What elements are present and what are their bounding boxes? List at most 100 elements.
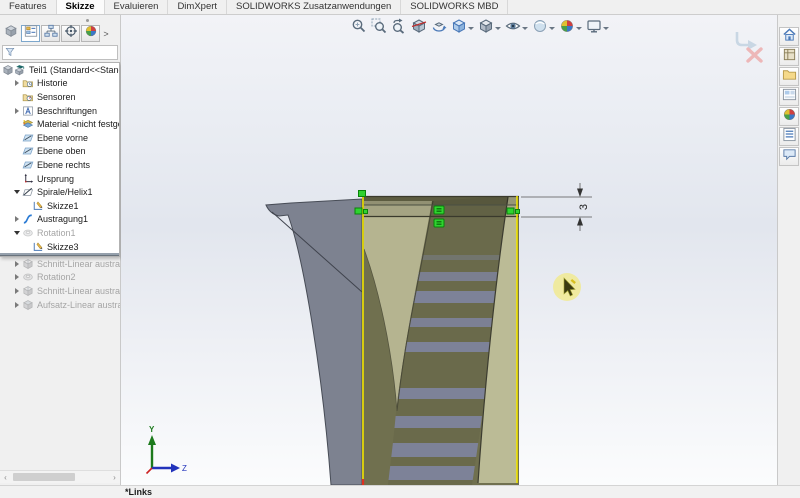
design-library-tab[interactable] bbox=[779, 47, 799, 66]
dropdown-caret-icon[interactable] bbox=[603, 27, 609, 30]
tree-item-skizze1[interactable]: Skizze1 bbox=[0, 199, 119, 213]
tree-item-label: Aufsatz-Linear austragen1 bbox=[37, 300, 120, 310]
dimxpert-manager-tab[interactable] bbox=[61, 25, 80, 42]
file-explorer-icon bbox=[782, 67, 797, 87]
dropdown-caret-icon[interactable] bbox=[495, 27, 501, 30]
tree-item-historie[interactable]: Historie bbox=[0, 77, 119, 91]
tree-item-beschriftungen[interactable]: Beschriftungen bbox=[0, 104, 119, 118]
rollback-bar[interactable] bbox=[0, 253, 119, 256]
graphics-area[interactable]: 3 Y Z bbox=[121, 15, 777, 485]
panel-splitter-handle[interactable] bbox=[0, 15, 120, 24]
edit-appearance-button[interactable] bbox=[531, 17, 556, 40]
tree-item-aufsatz-linear-austragen1[interactable]: Aufsatz-Linear austragen1 bbox=[0, 298, 120, 312]
flyout-part-tab[interactable] bbox=[1, 25, 20, 42]
ribbon-tab-dimxpert[interactable]: DimXpert bbox=[168, 0, 227, 14]
dropdown-caret-icon[interactable] bbox=[576, 27, 582, 30]
ribbon-tab-skizze[interactable]: Skizze bbox=[57, 0, 105, 14]
tree-item-sensoren[interactable]: Sensoren bbox=[0, 90, 119, 104]
dropdown-caret-icon[interactable] bbox=[468, 27, 474, 30]
dropdown-caret-icon[interactable] bbox=[522, 27, 528, 30]
expand-right-icon[interactable] bbox=[12, 216, 22, 222]
revolve-icon bbox=[22, 271, 34, 283]
forum-tab[interactable] bbox=[779, 147, 799, 166]
tree-item-spirale-helix1[interactable]: Spirale/Helix1 bbox=[0, 185, 119, 199]
custom-properties-tab[interactable] bbox=[779, 127, 799, 146]
tree-item-ursprung[interactable]: Ursprung bbox=[0, 172, 119, 186]
dropdown-caret-icon[interactable] bbox=[549, 27, 555, 30]
tree-item-teil1-standard-standar[interactable]: Teil1 (Standard<<Standar bbox=[0, 63, 119, 77]
view-palette-tab[interactable] bbox=[779, 87, 799, 106]
filter-funnel-icon bbox=[5, 44, 15, 62]
expand-right-icon[interactable] bbox=[12, 302, 22, 308]
expand-right-icon[interactable] bbox=[12, 288, 22, 294]
plane-icon bbox=[22, 132, 34, 144]
tree-item-ebene-rechts[interactable]: Ebene rechts bbox=[0, 158, 119, 172]
ribbon-tab-solidworks-mbd[interactable]: SOLIDWORKS MBD bbox=[401, 0, 508, 14]
forum-icon bbox=[782, 147, 797, 167]
sweep-icon bbox=[22, 213, 34, 225]
heads-up-toolbar bbox=[350, 17, 610, 40]
ribbon-tab-features[interactable]: Features bbox=[0, 0, 57, 14]
tree-item-skizze3[interactable]: Skizze3 bbox=[0, 240, 119, 254]
feature-manager-tab[interactable] bbox=[21, 25, 40, 42]
hide-show-button[interactable] bbox=[504, 17, 529, 40]
expand-right-icon[interactable] bbox=[12, 261, 22, 267]
status-bar: *Links bbox=[0, 485, 800, 498]
tree-horizontal-scrollbar[interactable]: ‹ › bbox=[0, 470, 120, 483]
dimension-3[interactable]: 3 bbox=[521, 183, 592, 231]
tree-item-label: Rotation2 bbox=[37, 272, 76, 282]
display-manager-tab[interactable] bbox=[81, 25, 100, 42]
tree-item-schnitt-linear-austragen2[interactable]: Schnitt-Linear austragen2 bbox=[0, 284, 120, 298]
tree-item-austragung1[interactable]: Austragung1 bbox=[0, 213, 119, 227]
tree-item-label: Teil1 (Standard<<Standar bbox=[29, 65, 119, 75]
tree-filter-input[interactable] bbox=[17, 47, 131, 59]
ribbon-tab-solidworks-zusatzanwendungen[interactable]: SOLIDWORKS Zusatzanwendungen bbox=[227, 0, 401, 14]
apply-scene-button[interactable] bbox=[558, 17, 583, 40]
display-style-button[interactable] bbox=[477, 17, 502, 40]
tree-item-ebene-oben[interactable]: Ebene oben bbox=[0, 145, 119, 159]
mouse-cursor bbox=[553, 273, 581, 301]
panel-expand-chevron-icon[interactable]: > bbox=[101, 26, 111, 41]
expand-right-icon[interactable] bbox=[12, 274, 22, 280]
home-tab[interactable] bbox=[779, 27, 799, 46]
tree-item-rotation2[interactable]: Rotation2 bbox=[0, 271, 120, 285]
part-icon bbox=[14, 64, 26, 76]
rotate-view-button[interactable] bbox=[430, 17, 448, 40]
appearances-scenes-tab[interactable] bbox=[779, 107, 799, 126]
view-orientation-button[interactable] bbox=[450, 17, 475, 40]
tree-item-material-nicht-festgelegt[interactable]: Material <nicht festgelegt> bbox=[0, 117, 119, 131]
tree-item-rotation1[interactable]: Rotation1 bbox=[0, 226, 119, 240]
zoom-area-button[interactable] bbox=[370, 17, 388, 40]
expand-down-icon[interactable] bbox=[12, 190, 22, 194]
tree-item-ebene-vorne[interactable]: Ebene vorne bbox=[0, 131, 119, 145]
configuration-manager-icon bbox=[44, 24, 58, 43]
cancel-sketch-icon[interactable] bbox=[748, 49, 761, 61]
file-explorer-tab[interactable] bbox=[779, 67, 799, 86]
zoom-fit-button[interactable] bbox=[350, 17, 368, 40]
expand-down-icon[interactable] bbox=[12, 231, 22, 235]
appearances-scenes-icon bbox=[782, 107, 797, 127]
tree-item-label: Spirale/Helix1 bbox=[37, 187, 93, 197]
view-orientation-status: *Links bbox=[125, 487, 152, 497]
sketch-icon bbox=[32, 241, 44, 253]
scroll-right-icon[interactable]: › bbox=[109, 473, 120, 482]
custom-properties-icon bbox=[782, 127, 797, 147]
tree-item-label: Ursprung bbox=[37, 174, 74, 184]
scroll-thumb[interactable] bbox=[13, 473, 75, 481]
confirmation-corner[interactable] bbox=[737, 32, 761, 61]
plane-icon bbox=[22, 145, 34, 157]
view-settings-button[interactable] bbox=[585, 17, 610, 40]
tree-item-schnitt-linear-austragen1[interactable]: Schnitt-Linear austragen1 bbox=[0, 257, 120, 271]
configuration-manager-tab[interactable] bbox=[41, 25, 60, 42]
manager-tab-strip: > bbox=[0, 24, 120, 43]
model-body[interactable] bbox=[266, 199, 362, 485]
previous-view-button[interactable] bbox=[390, 17, 408, 40]
scroll-left-icon[interactable]: ‹ bbox=[0, 473, 11, 482]
section-view-button[interactable] bbox=[410, 17, 428, 40]
feature-tree: Teil1 (Standard<<Standar HistorieSensoren… bbox=[0, 62, 120, 257]
expand-right-icon[interactable] bbox=[12, 80, 22, 86]
tree-item-label: Ebene oben bbox=[37, 146, 86, 156]
ribbon-tab-evaluieren[interactable]: Evaluieren bbox=[105, 0, 169, 14]
expand-right-icon[interactable] bbox=[12, 108, 22, 114]
sketch-section-region[interactable] bbox=[362, 196, 519, 485]
